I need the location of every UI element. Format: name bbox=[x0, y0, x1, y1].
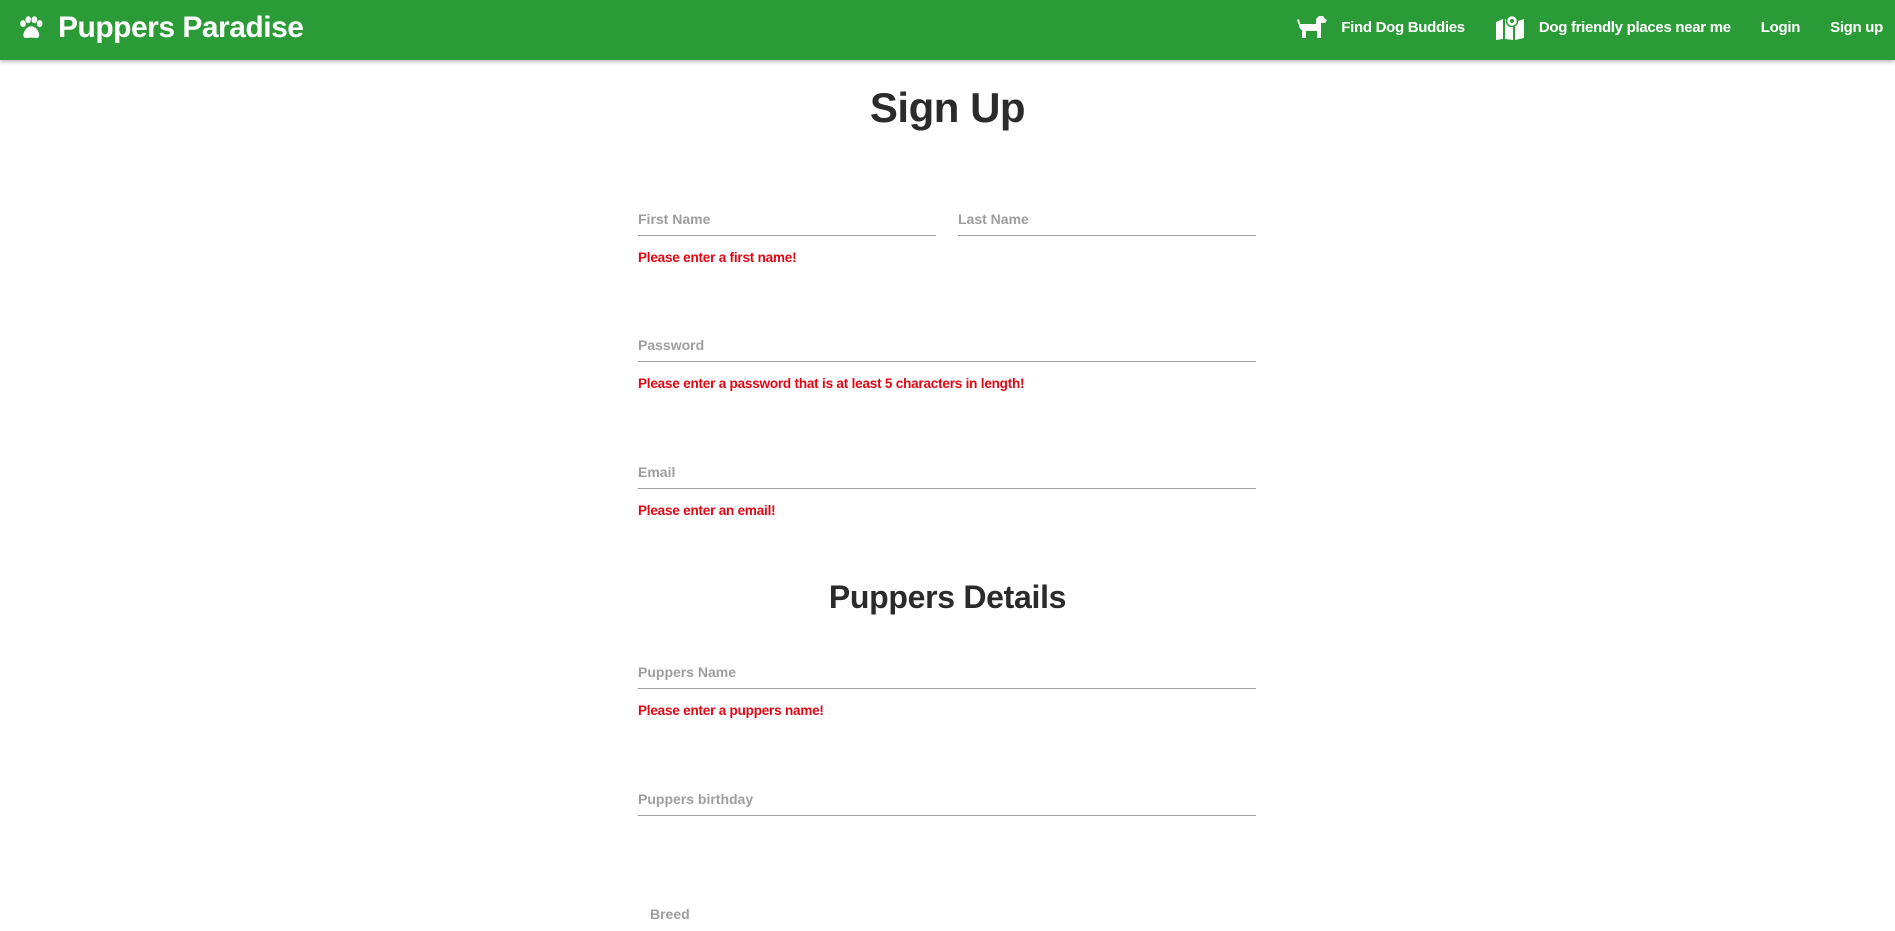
password-field bbox=[638, 328, 1256, 362]
nav-dog-friendly-places-label: Dog friendly places near me bbox=[1538, 18, 1731, 36]
password-error: Please enter a password that is at least… bbox=[638, 376, 1025, 391]
brand-link[interactable]: Puppers Paradise bbox=[16, 8, 304, 48]
paw-icon bbox=[20, 16, 43, 38]
brand-title: Puppers Paradise bbox=[58, 11, 304, 44]
email-input[interactable] bbox=[638, 455, 1256, 489]
navbar: Puppers Paradise Find Dog Buddies Dog fr… bbox=[0, 0, 1895, 60]
map-icon bbox=[1495, 14, 1524, 40]
nav-dog-friendly-places[interactable]: Dog friendly places near me bbox=[1495, 14, 1731, 40]
last-name-field bbox=[958, 202, 1256, 236]
puppers-name-input[interactable] bbox=[638, 655, 1256, 689]
page-title: Sign Up bbox=[869, 84, 1026, 131]
first-name-input[interactable] bbox=[638, 202, 936, 236]
puppers-name-error: Please enter a puppers name! bbox=[638, 703, 824, 718]
nav-menu: Find Dog Buddies Dog friendly places nea… bbox=[1267, 0, 1883, 54]
nav-find-dog-buddies[interactable]: Find Dog Buddies bbox=[1297, 14, 1465, 40]
breed-label: Breed bbox=[650, 906, 690, 922]
password-input[interactable] bbox=[638, 328, 1256, 362]
nav-login[interactable]: Login bbox=[1761, 19, 1801, 36]
puppers-details-heading: Puppers Details bbox=[828, 579, 1067, 615]
first-name-error: Please enter a first name! bbox=[638, 250, 797, 265]
last-name-input[interactable] bbox=[958, 202, 1256, 236]
nav-sign-up[interactable]: Sign up bbox=[1830, 19, 1883, 36]
puppers-name-field bbox=[638, 655, 1256, 689]
nav-find-dog-buddies-label: Find Dog Buddies bbox=[1341, 18, 1465, 36]
dog-icon bbox=[1297, 16, 1328, 38]
puppers-birthday-field bbox=[638, 782, 1256, 816]
first-name-field bbox=[638, 202, 936, 236]
email-field bbox=[638, 455, 1256, 489]
puppers-birthday-input[interactable] bbox=[638, 782, 1256, 816]
email-error: Please enter an email! bbox=[638, 503, 776, 518]
